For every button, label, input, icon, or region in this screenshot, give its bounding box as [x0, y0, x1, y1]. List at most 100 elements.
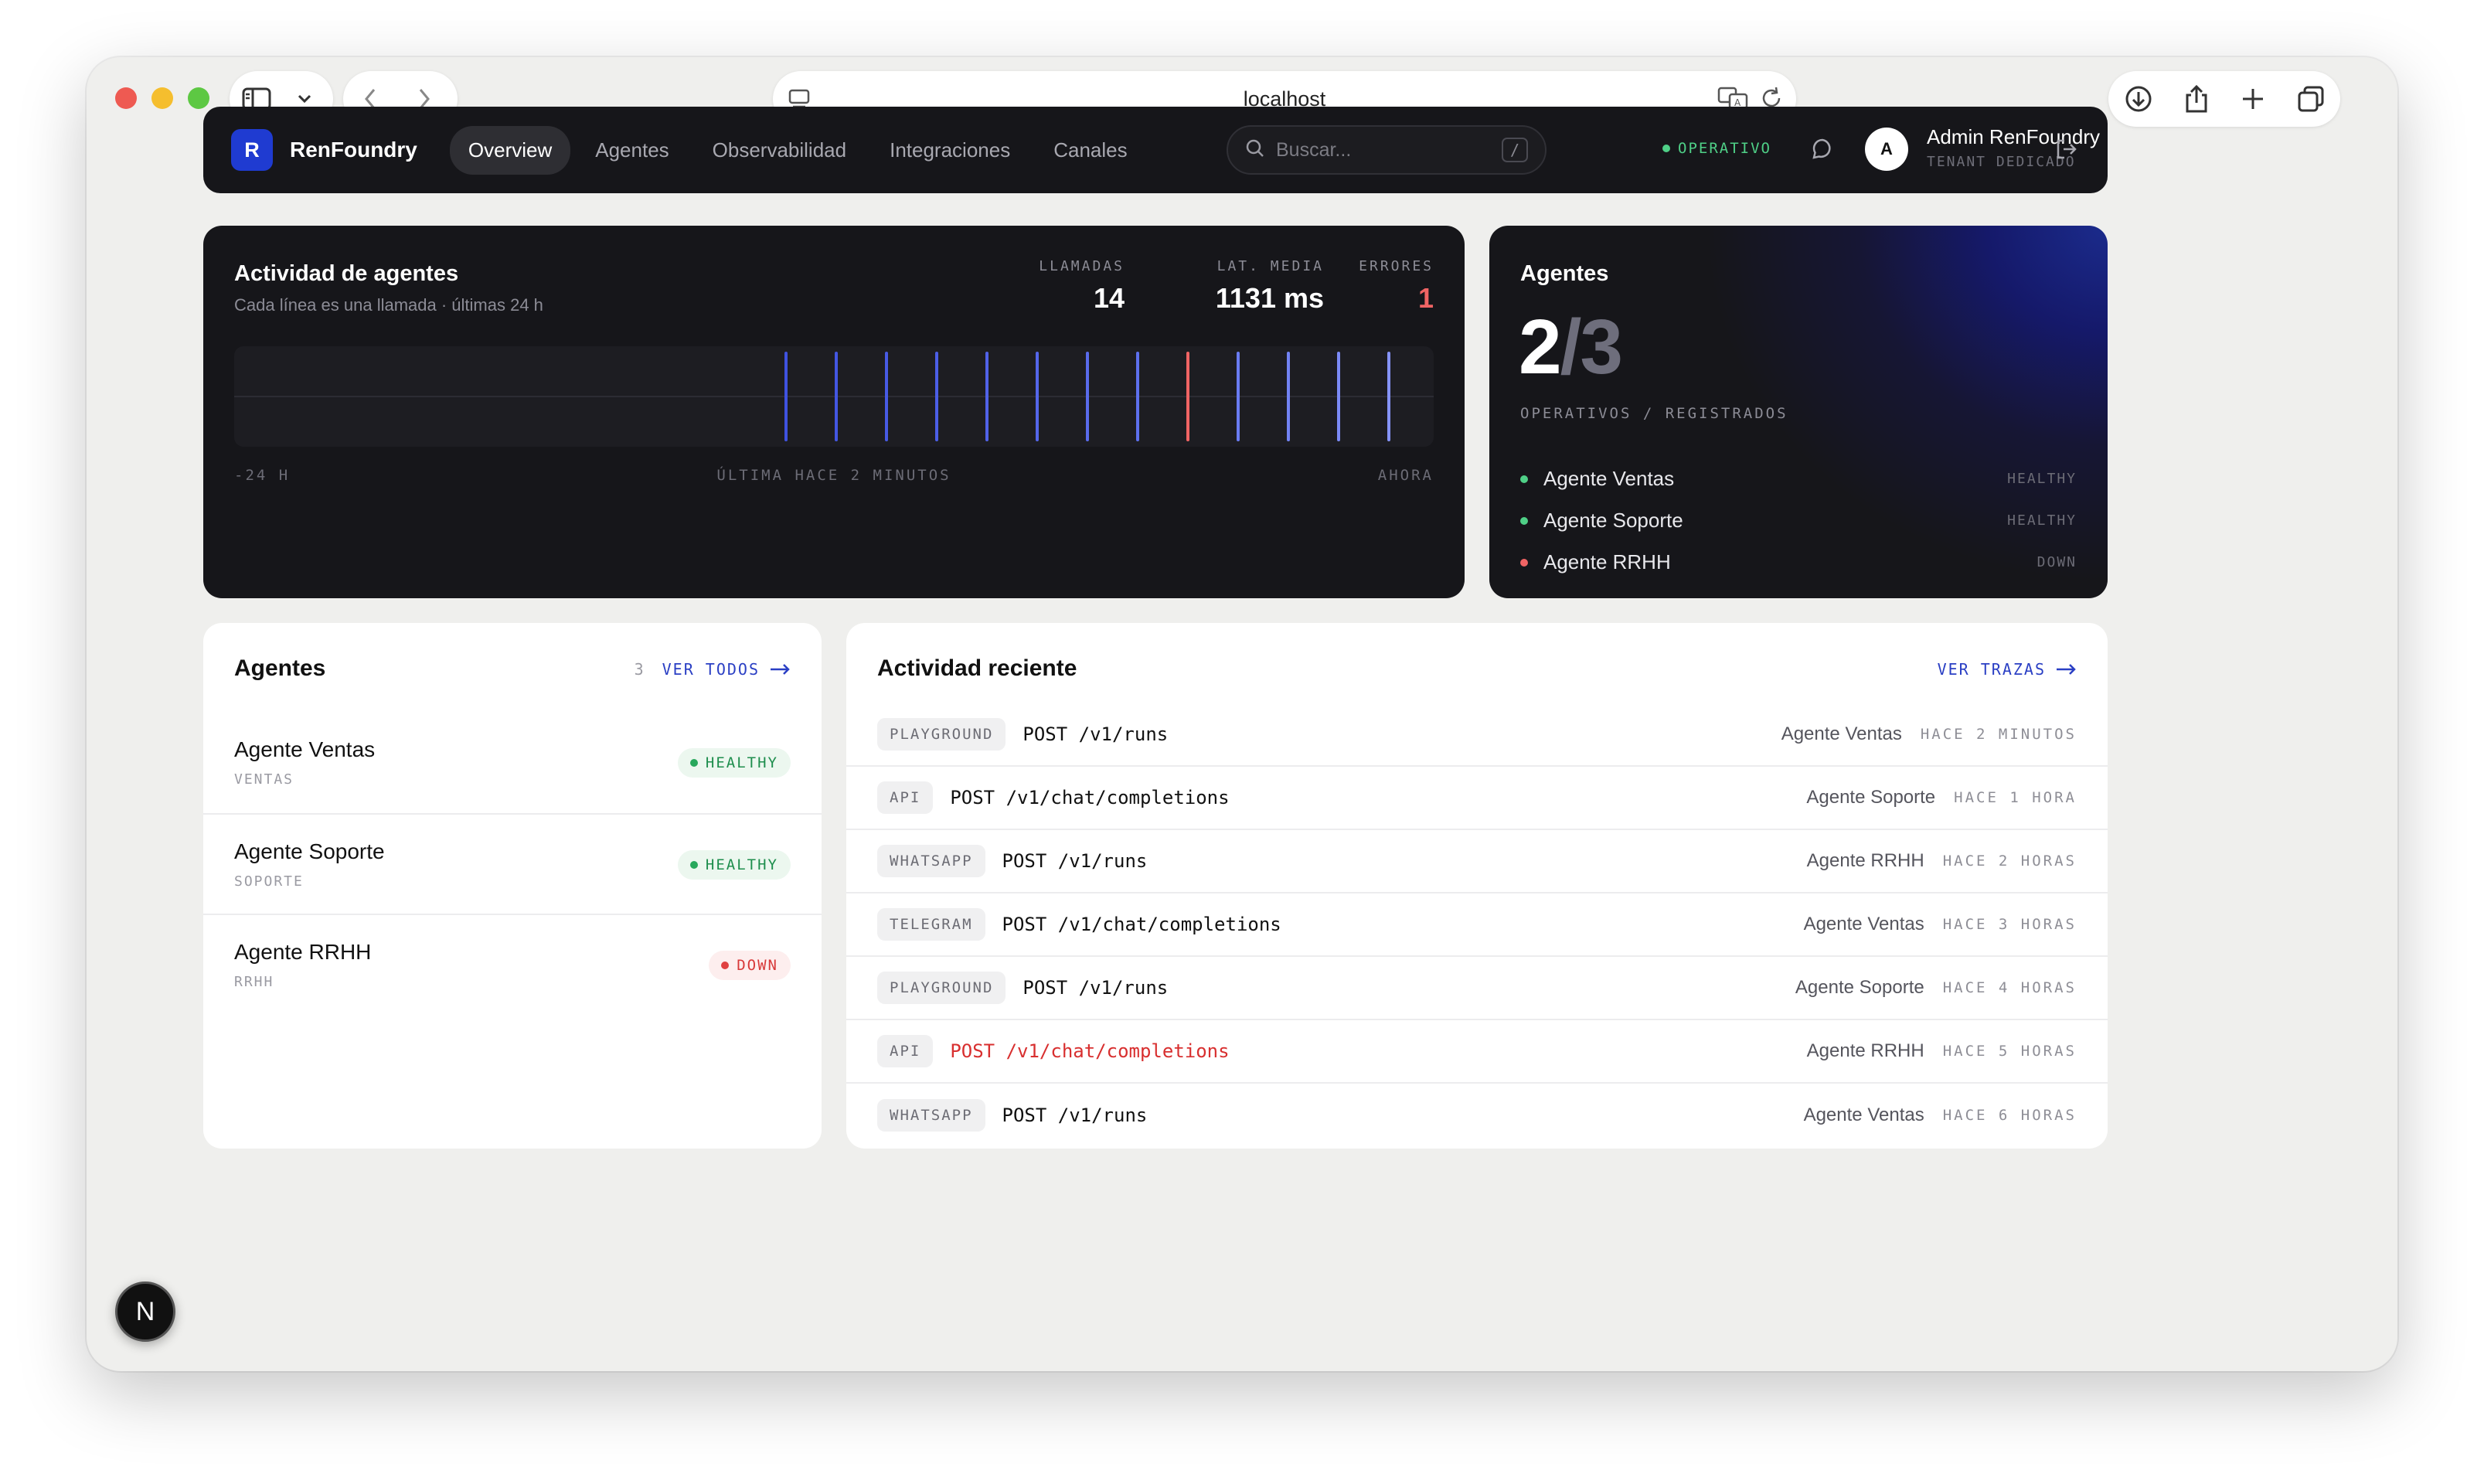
avatar[interactable]: A	[1865, 128, 1908, 171]
call-tick[interactable]	[985, 352, 988, 441]
list-item[interactable]: Agente Ventas VENTAS HEALTHY	[203, 713, 822, 813]
call-tick[interactable]	[935, 352, 938, 441]
table-row[interactable]: WHATSAPP POST /v1/runs Agente Ventas HAC…	[846, 1084, 2108, 1147]
list-item[interactable]: Agente RRHH RRHH DOWN	[203, 914, 822, 1014]
brand-name[interactable]: RenFoundry	[290, 138, 417, 162]
zoom-window-button[interactable]	[188, 87, 209, 109]
call-timeline	[234, 346, 1434, 447]
row-agent: Agente RRHH	[1806, 1040, 1924, 1061]
call-tick[interactable]	[1387, 352, 1390, 441]
download-icon[interactable]	[2125, 85, 2152, 113]
status-indicator: OPERATIVO	[1662, 140, 1771, 157]
table-row[interactable]: PLAYGROUND POST /v1/runs Agente Ventas H…	[846, 703, 2108, 767]
row-agent: Agente Soporte	[1795, 977, 1924, 998]
call-tick[interactable]	[1237, 352, 1240, 441]
channel-chip: API	[877, 781, 934, 814]
agents-list-card: Agentes 3 VER TODOS Agente Ventas VENTAS…	[203, 623, 822, 1149]
request-path: POST /v1/chat/completions	[1002, 914, 1281, 935]
table-row[interactable]: API POST /v1/chat/completions Agente RRH…	[846, 1020, 2108, 1084]
nav-link-overview[interactable]: Overview	[449, 125, 571, 175]
search-input[interactable]: Buscar... /	[1227, 125, 1547, 175]
summary-agent-row[interactable]: Agente Ventas HEALTHY	[1520, 467, 2077, 491]
ver-todos-link[interactable]: 3 VER TODOS	[635, 660, 791, 679]
axis-mid-label: ÚLTIMA HACE 2 MINUTOS	[716, 467, 951, 484]
browser-actions	[2108, 71, 2340, 127]
close-window-button[interactable]	[115, 87, 137, 109]
agent-name: Agente Soporte	[234, 839, 385, 863]
minimize-window-button[interactable]	[151, 87, 173, 109]
request-path: POST /v1/runs	[1002, 1104, 1148, 1126]
health-dot	[689, 759, 698, 767]
health-dot	[1520, 475, 1528, 483]
request-path: POST /v1/runs	[1002, 850, 1148, 872]
summary-agent-row[interactable]: Agente Soporte HEALTHY	[1520, 509, 2077, 533]
table-row[interactable]: PLAYGROUND POST /v1/runs Agente Soporte …	[846, 957, 2108, 1020]
brand-logo[interactable]: R	[231, 129, 273, 171]
nav-link-integraciones[interactable]: Integraciones	[871, 126, 1029, 175]
list-item[interactable]: Agente Soporte SOPORTE HEALTHY	[203, 813, 822, 914]
request-path: POST /v1/chat/completions	[950, 787, 1230, 808]
row-agent: Agente Ventas	[1781, 723, 1902, 744]
nav-link-canales[interactable]: Canales	[1035, 126, 1145, 175]
agents-count: 3	[634, 660, 645, 679]
agent-slug: RRHH	[234, 974, 274, 990]
share-icon[interactable]	[2184, 84, 2209, 114]
table-row[interactable]: API POST /v1/chat/completions Agente Sop…	[846, 767, 2108, 830]
logout-icon[interactable]	[2055, 138, 2078, 165]
stat-latencia: LAT. MEDIA 1131 ms	[1216, 258, 1324, 315]
nav-link-agentes[interactable]: Agentes	[577, 126, 687, 175]
row-agent: Agente Soporte	[1806, 787, 1936, 808]
recent-activity-card: Actividad reciente VER TRAZAS PLAYGROUND…	[846, 623, 2108, 1149]
stat-label: LAT. MEDIA	[1216, 258, 1324, 274]
ver-todos-label: VER TODOS	[662, 660, 760, 679]
agent-name: Agente Ventas	[234, 737, 376, 761]
call-tick[interactable]	[885, 352, 888, 441]
activity-card: Actividad de agentes Cada línea es una l…	[203, 226, 1465, 598]
health-dot	[1520, 516, 1528, 525]
call-tick[interactable]	[1036, 352, 1039, 441]
row-agent: Agente Ventas	[1803, 914, 1924, 934]
summary-agent-name: Agente RRHH	[1543, 550, 1671, 574]
chat-icon[interactable]	[1811, 138, 1834, 165]
status-badge: HEALTHY	[677, 748, 791, 778]
health-dot	[1520, 558, 1528, 567]
channel-chip: WHATSAPP	[877, 1099, 985, 1132]
search-icon	[1245, 138, 1265, 162]
call-tick[interactable]	[784, 352, 788, 441]
search-shortcut-key: /	[1502, 138, 1528, 162]
agent-slug: VENTAS	[234, 771, 294, 788]
stat-value: 14	[1093, 282, 1125, 314]
call-tick[interactable]	[1136, 352, 1139, 441]
summary-agent-status: HEALTHY	[2007, 471, 2077, 487]
status-badge: DOWN	[709, 951, 791, 980]
row-time: HACE 4 HORAS	[1942, 979, 2077, 996]
channel-chip: PLAYGROUND	[877, 972, 1006, 1004]
call-tick[interactable]	[1337, 352, 1340, 441]
new-tab-icon[interactable]	[2241, 87, 2265, 111]
row-agent: Agente RRHH	[1806, 850, 1924, 871]
tabs-icon[interactable]	[2297, 85, 2325, 113]
top-nav: R RenFoundry Overview Agentes Observabil…	[203, 107, 2108, 193]
search-placeholder: Buscar...	[1276, 138, 1352, 161]
dev-tools-badge[interactable]: N	[115, 1281, 175, 1342]
error-call-tick[interactable]	[1186, 352, 1189, 441]
summary-agent-status: HEALTHY	[2007, 512, 2077, 529]
operational-count: 2	[1519, 304, 1562, 390]
row-agent: Agente Ventas	[1803, 1104, 1924, 1125]
summary-agent-row[interactable]: Agente RRHH DOWN	[1520, 550, 2077, 574]
row-time: HACE 5 HORAS	[1942, 1043, 2077, 1060]
status-badge-label: DOWN	[737, 957, 778, 974]
call-tick[interactable]	[1287, 352, 1290, 441]
row-time: HACE 6 HORAS	[1942, 1107, 2077, 1124]
agents-list-title: Agentes	[234, 655, 326, 681]
stat-llamadas: LLAMADAS 14	[1039, 258, 1125, 315]
table-row[interactable]: TELEGRAM POST /v1/chat/completions Agent…	[846, 893, 2108, 957]
nav-link-observabilidad[interactable]: Observabilidad	[694, 126, 865, 175]
agent-name: Agente RRHH	[234, 940, 372, 964]
agents-summary-card: Agentes 2/3 OPERATIVOS / REGISTRADOS Age…	[1489, 226, 2108, 598]
call-tick[interactable]	[835, 352, 838, 441]
request-path: POST /v1/runs	[1023, 723, 1169, 745]
table-row[interactable]: WHATSAPP POST /v1/runs Agente RRHH HACE …	[846, 830, 2108, 893]
call-tick[interactable]	[1086, 352, 1089, 441]
ver-trazas-link[interactable]: VER TRAZAS	[1938, 660, 2077, 679]
